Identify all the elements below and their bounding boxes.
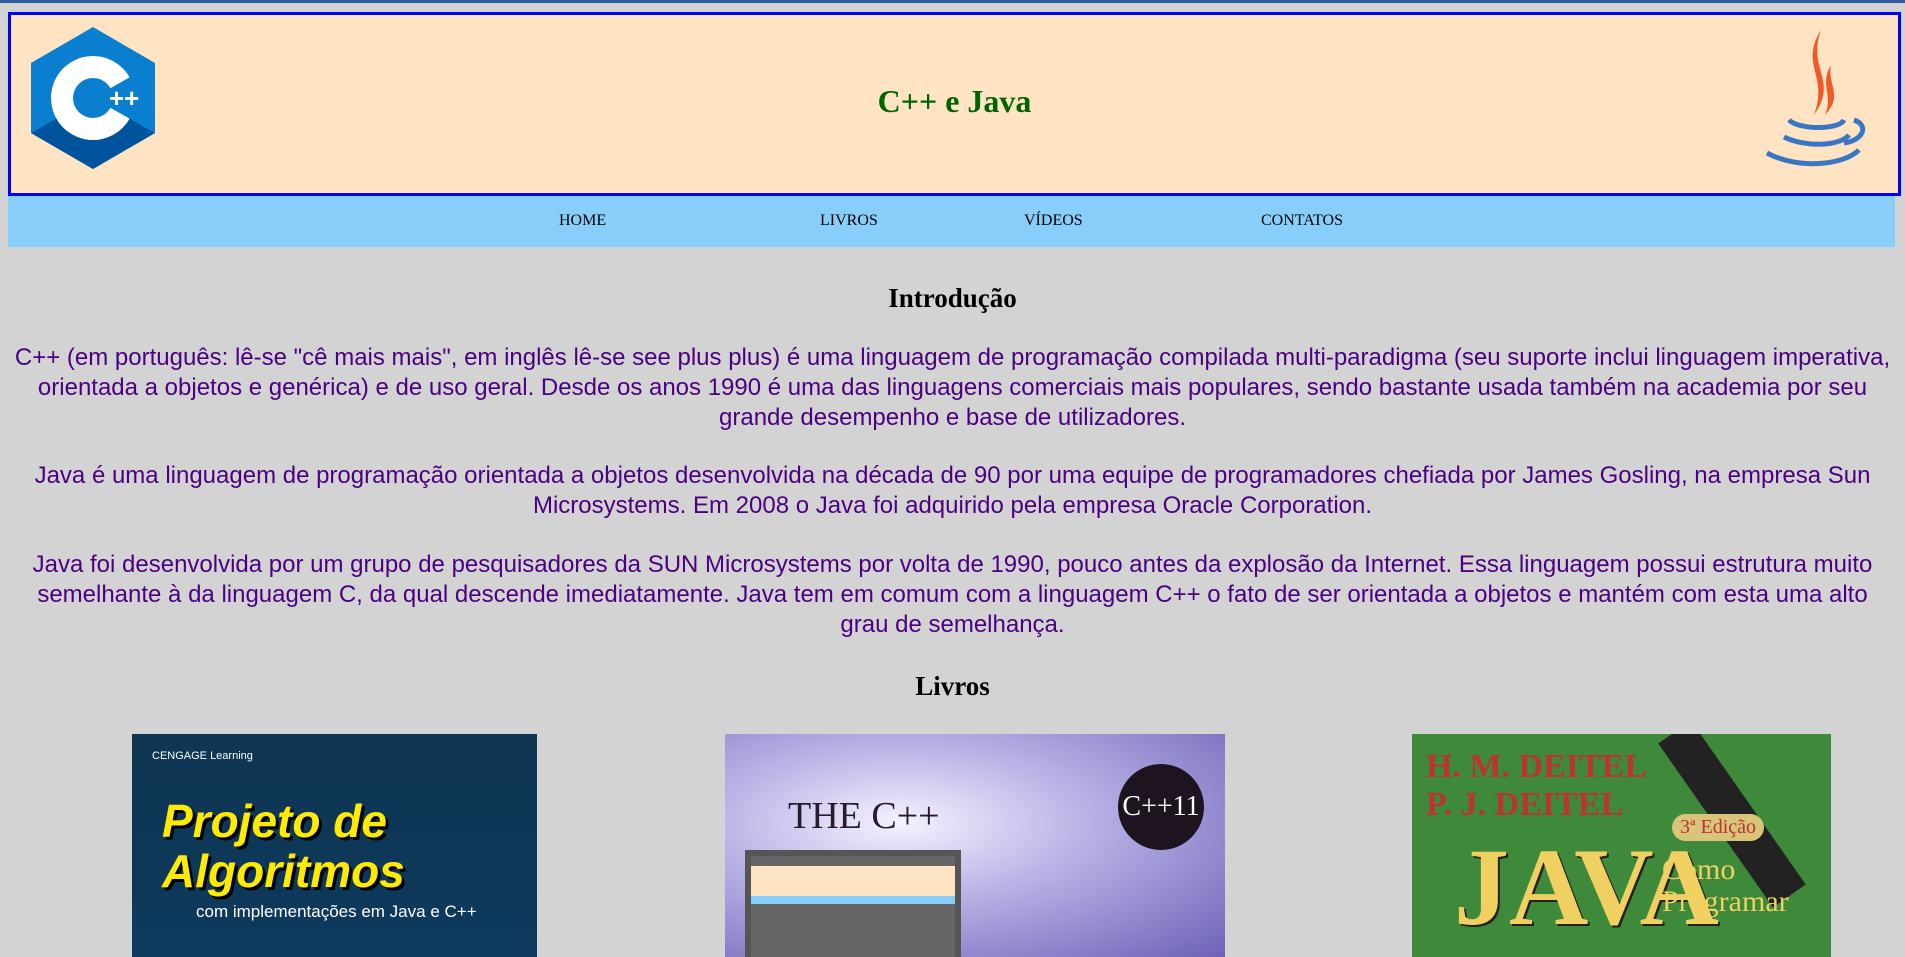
intro-paragraph: Java é uma linguagem de programação orie… <box>34 462 1871 519</box>
book-subtitle: Como Programar <box>1662 853 1789 918</box>
site-header: ++ C++ e Java <box>8 12 1901 196</box>
intro-heading: Introdução <box>888 283 1017 313</box>
java-logo-icon <box>1765 30 1866 167</box>
nav-videos[interactable]: VÍDEOS <box>1024 212 1083 230</box>
nav-livros[interactable]: LIVROS <box>820 212 878 230</box>
nav-home[interactable]: HOME <box>559 212 606 230</box>
book-authors: H. M. DEITEL P. J. DEITEL <box>1426 748 1646 823</box>
nav-contatos[interactable]: CONTATOS <box>1261 212 1343 230</box>
books-heading: Livros <box>915 671 990 701</box>
intro-paragraph: C++ (em português: lê-se "cê mais mais",… <box>14 344 1891 431</box>
book-title: Projeto de Algoritmos <box>162 795 405 897</box>
window-top-bar <box>0 0 1905 3</box>
cpp11-badge: C++11 <box>1118 764 1204 850</box>
main-nav: HOME LIVROS VÍDEOS CONTATOS <box>8 196 1895 247</box>
screenshot-thumbnail <box>745 850 961 957</box>
book-subtitle: com implementações em Java e C++ <box>196 902 477 921</box>
book-cover-projeto-algoritmos[interactable]: CENGAGE Learning Projeto de Algoritmos c… <box>132 734 537 957</box>
book-title: THE C++ <box>788 795 940 837</box>
site-title: C++ e Java <box>877 83 1032 119</box>
intro-paragraph: Java foi desenvolvida por um grupo de pe… <box>32 551 1873 638</box>
book-cover-the-cpp[interactable]: THE C++ C++11 <box>725 734 1225 957</box>
publisher-label: CENGAGE Learning <box>152 750 253 762</box>
book-cover-java-como-programar[interactable]: H. M. DEITEL P. J. DEITEL 3ª Edição JAVA… <box>1412 734 1831 957</box>
